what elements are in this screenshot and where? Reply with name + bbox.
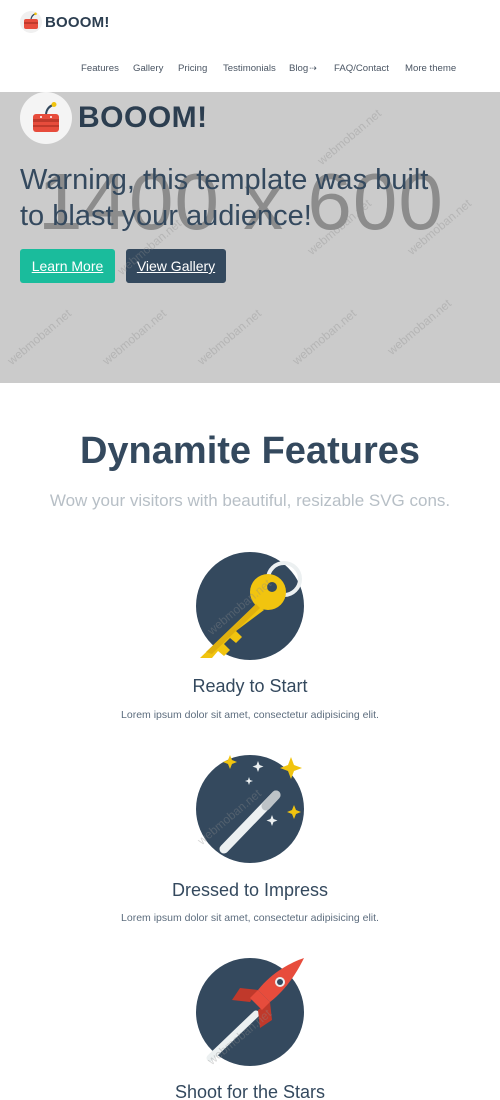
hero-logo-badge [20,92,72,144]
site-header: BOOOM! Features Gallery Pricing Testimon… [0,0,500,92]
hero-brand-name: BOOOM! [78,101,208,134]
nav-item-gallery[interactable]: Gallery [133,63,163,74]
site-logo[interactable]: BOOOM! [20,11,110,33]
key-icon [196,552,304,660]
nav-item-more-theme[interactable]: More theme [405,63,456,74]
nav-item-blog-label: Blog [289,63,309,74]
nav-item-pricing[interactable]: Pricing [178,63,207,74]
rocket-icon [196,958,304,1066]
hero-section: 1400 x 600 BOOOM! Warning, this template… [0,92,500,383]
main-nav: Features Gallery Pricing Testimonials Bl… [0,63,500,77]
hero-logo: BOOOM! [20,92,208,144]
view-gallery-button[interactable]: View Gallery [126,249,226,283]
hero-title: Warning, this template was built to blas… [20,164,429,232]
learn-more-button[interactable]: Learn More [20,249,115,283]
nav-item-features[interactable]: Features [81,63,119,74]
brand-name: BOOOM! [45,13,110,31]
nav-item-testimonials[interactable]: Testimonials [223,63,276,74]
external-link-icon: ⇢ [309,63,317,73]
dynamite-icon [33,102,59,132]
dynamite-logo-icon [20,11,42,33]
nav-item-faq-contact[interactable]: FAQ/Contact [334,63,389,74]
feature-text: Lorem ipsum dolor sit amet, consectetur … [121,709,379,721]
feature-title: Ready to Start [192,676,308,696]
feature-title: Dressed to Impress [171,880,329,900]
magic-wand-icon [196,755,304,863]
feature-title: Shoot for the Stars [174,1082,326,1100]
feature-text: Lorem ipsum dolor sit amet, consectetur … [121,912,379,924]
nav-item-blog[interactable]: Blog⇢ [289,63,317,74]
features-title: Dynamite Features [79,430,420,472]
features-subtitle: Wow your visitors with beautiful, resiza… [49,491,451,510]
